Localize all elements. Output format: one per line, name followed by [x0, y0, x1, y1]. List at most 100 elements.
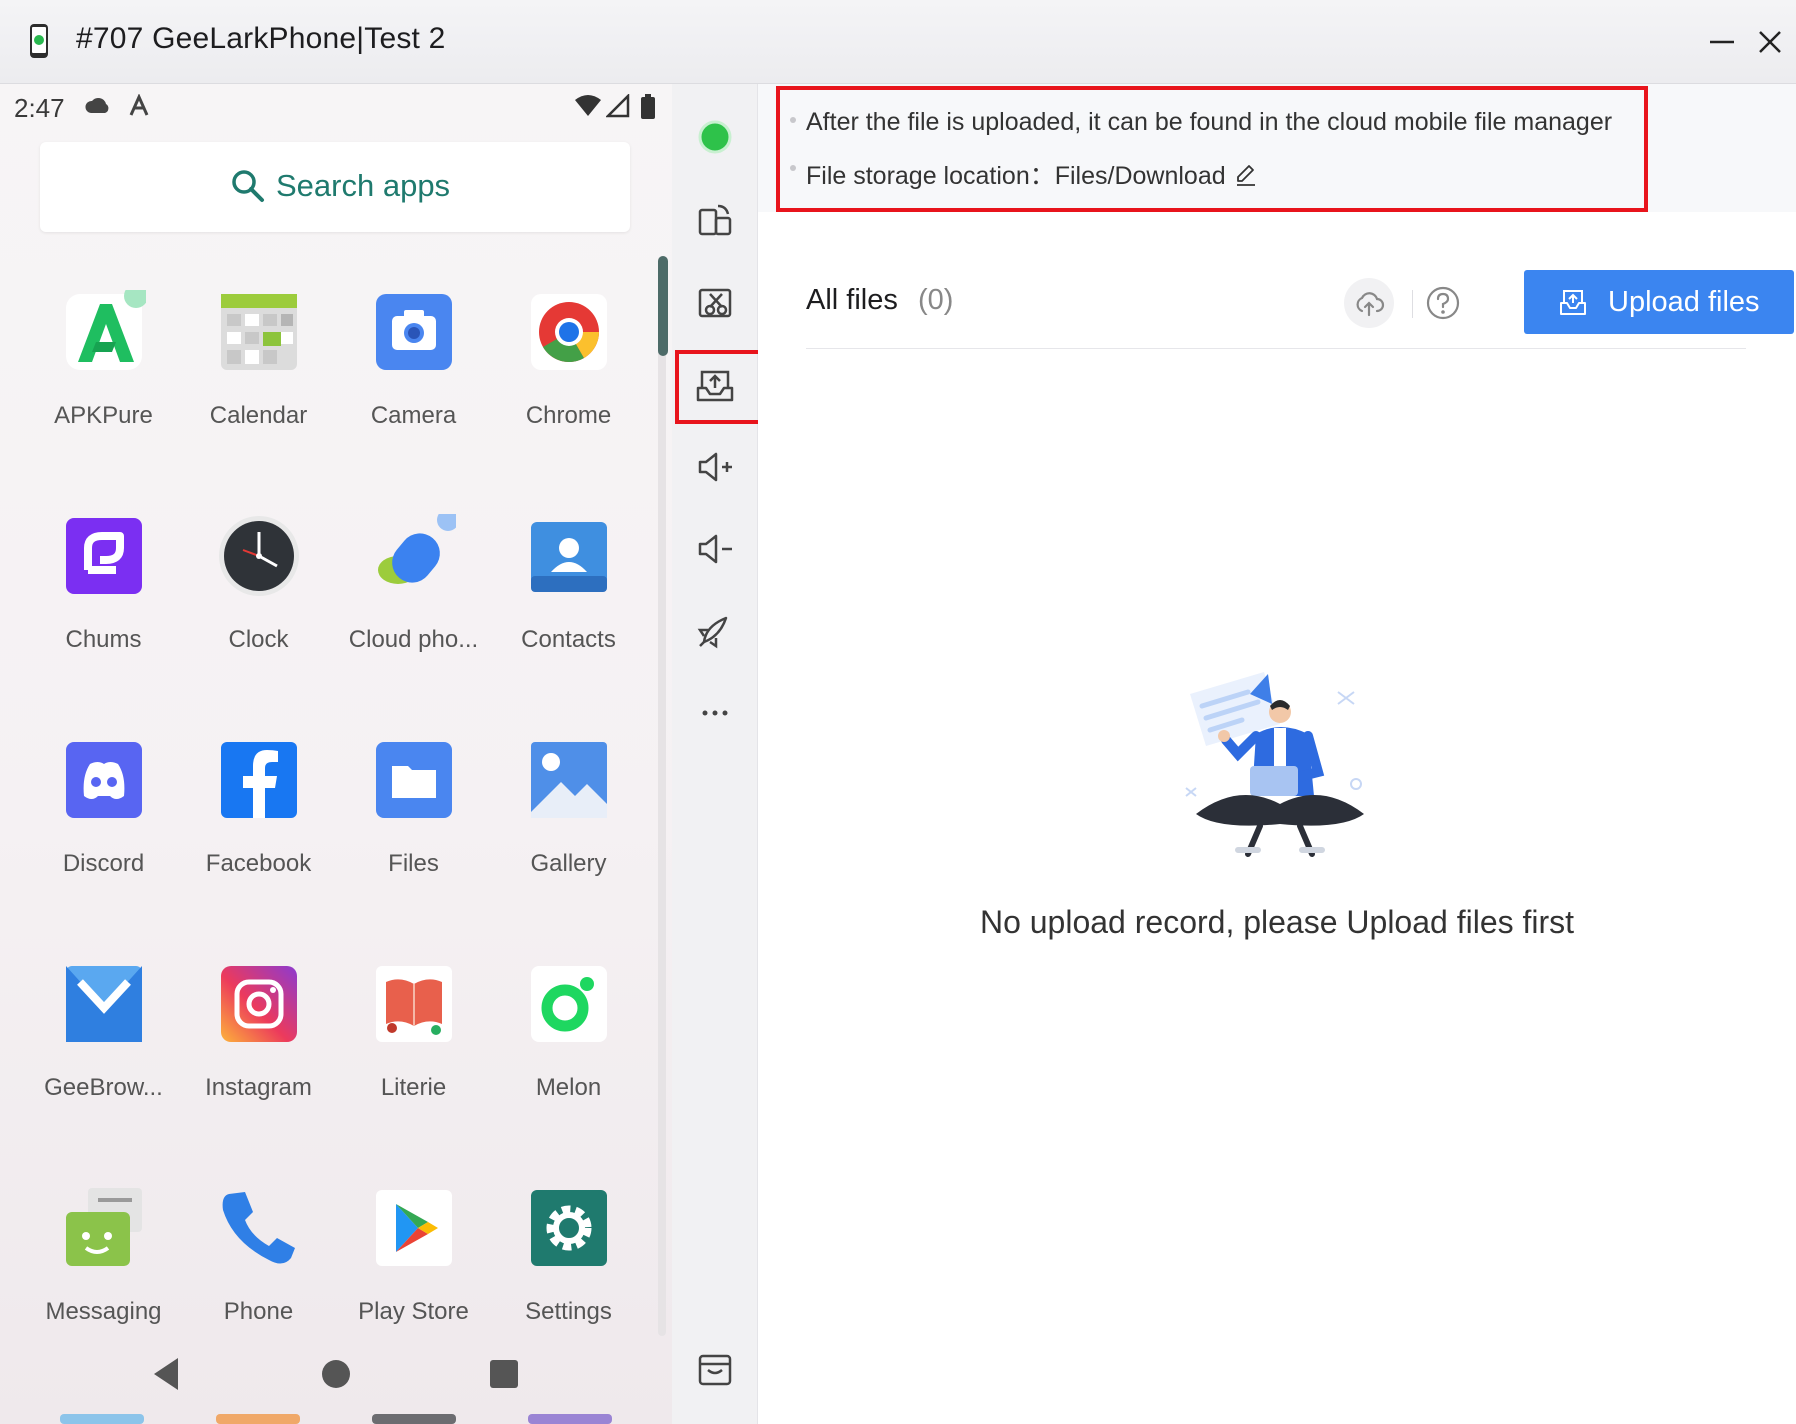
app-drawer-scroll-track [658, 256, 666, 1336]
cloud-upload-icon [1356, 292, 1385, 317]
app-contacts[interactable]: Contacts [491, 514, 646, 714]
search-apps-label: Search apps [276, 168, 451, 203]
minimize-icon[interactable] [1702, 22, 1742, 62]
app-label: Files [388, 850, 439, 877]
app-label: Literie [380, 1074, 447, 1101]
app-label: Gallery [530, 850, 607, 877]
wifi-icon [575, 95, 601, 116]
app-label: Cloud pho... [348, 626, 479, 653]
app-facebook[interactable]: Facebook [181, 738, 336, 938]
facebook-icon [221, 742, 297, 818]
app-drawer-scrollbar[interactable] [658, 256, 668, 356]
apkpure-status-icon [129, 94, 149, 116]
upload-tray-icon [1560, 290, 1586, 315]
status-bar: 2:47 [0, 84, 672, 132]
literie-icon [376, 966, 452, 1042]
app-clock[interactable]: Clock [181, 514, 336, 714]
dock-app-peek [216, 1414, 300, 1424]
app-cloud-phone[interactable]: Cloud pho... [336, 514, 491, 714]
geelark-app-icon [30, 24, 48, 58]
files-divider [806, 348, 1746, 349]
shop-icon[interactable] [690, 1344, 740, 1394]
all-files-title: All files [806, 284, 898, 316]
gallery-icon [531, 742, 607, 818]
app-chrome[interactable]: Chrome [491, 290, 646, 490]
empty-state-illustration [1185, 672, 1364, 857]
play-store-icon [376, 1190, 452, 1266]
app-discord[interactable]: Discord [26, 738, 181, 938]
cloud-phone-icon [378, 514, 456, 584]
volume-down-icon[interactable] [690, 524, 740, 574]
cloud-status-icon [85, 97, 109, 113]
app-label: Melon [535, 1074, 602, 1101]
app-geebrowser[interactable]: GeeBrow... [26, 962, 181, 1162]
rotate-screen-icon[interactable] [690, 196, 740, 246]
recents-icon[interactable] [488, 1358, 520, 1390]
app-label: Play Store [358, 1298, 469, 1325]
close-icon[interactable] [1750, 22, 1790, 62]
status-time: 2:47 [14, 93, 65, 123]
app-calendar[interactable]: Calendar [181, 290, 336, 490]
app-label: Chums [65, 626, 142, 653]
app-literie[interactable]: Literie [336, 962, 491, 1162]
app-chums[interactable]: Chums [26, 514, 181, 714]
help-icon[interactable] [1424, 284, 1462, 322]
files-count: (0) [918, 284, 954, 316]
volume-up-icon[interactable] [690, 442, 740, 492]
instagram-icon [221, 966, 297, 1042]
upload-files-button[interactable]: Upload files [1524, 270, 1794, 334]
app-label: APKPure [54, 402, 153, 429]
cloud-upload-button[interactable] [1344, 278, 1394, 328]
app-label: Clock [228, 626, 289, 653]
home-icon[interactable] [320, 1358, 352, 1390]
dock-app-peek [528, 1414, 612, 1424]
battery-icon [641, 94, 655, 119]
app-label: Facebook [205, 850, 312, 877]
phone-screen[interactable]: 2:47 Search apps APKPure Calendar Camera… [0, 84, 672, 1424]
screenshot-icon[interactable] [690, 278, 740, 328]
app-camera[interactable]: Camera [336, 290, 491, 490]
notice-highlight-box [776, 86, 1648, 212]
chrome-icon [531, 294, 607, 370]
apkpure-icon [66, 290, 146, 370]
android-nav-bar [0, 1334, 672, 1424]
settings-icon [531, 1190, 607, 1266]
signal-icon [606, 94, 630, 118]
dock-app-peek [372, 1414, 456, 1424]
more-icon[interactable] [690, 688, 740, 738]
messaging-icon [66, 1188, 142, 1266]
contacts-icon [531, 522, 607, 592]
files-icon [376, 742, 452, 818]
clock-icon [219, 516, 299, 596]
calendar-icon [221, 294, 297, 370]
app-label: Calendar [209, 402, 308, 429]
empty-state-text: No upload record, please Upload files fi… [979, 904, 1575, 940]
app-label: Camera [370, 402, 457, 429]
search-apps-bar[interactable]: Search apps [40, 142, 630, 232]
app-apkpure[interactable]: APKPure [26, 290, 181, 490]
header-separator [1412, 290, 1413, 318]
app-label: GeeBrow... [44, 1074, 163, 1101]
phone-toolbar [672, 84, 758, 1424]
app-melon[interactable]: Melon [491, 962, 646, 1162]
upload-files-label: Upload files [1608, 286, 1760, 318]
status-dot-icon [698, 120, 732, 154]
app-label: Instagram [205, 1074, 312, 1101]
upload-tool-highlight [675, 350, 763, 424]
app-label: Messaging [45, 1298, 162, 1325]
chums-icon [66, 518, 142, 594]
app-instagram[interactable]: Instagram [181, 962, 336, 1162]
files-header: All files (0) Upload files [806, 270, 1794, 334]
title-bar: #707 GeeLarkPhone|Test 2 [0, 0, 1796, 84]
app-gallery[interactable]: Gallery [491, 738, 646, 938]
app-label: Discord [62, 850, 145, 877]
rocket-icon[interactable] [690, 606, 740, 656]
camera-icon [376, 294, 452, 370]
app-label: Phone [223, 1298, 294, 1325]
app-label: Chrome [525, 402, 612, 429]
back-icon[interactable] [150, 1356, 182, 1392]
search-icon [232, 170, 264, 202]
phone-icon [222, 1192, 295, 1264]
app-files[interactable]: Files [336, 738, 491, 938]
window-title: #707 GeeLarkPhone|Test 2 [76, 22, 446, 55]
